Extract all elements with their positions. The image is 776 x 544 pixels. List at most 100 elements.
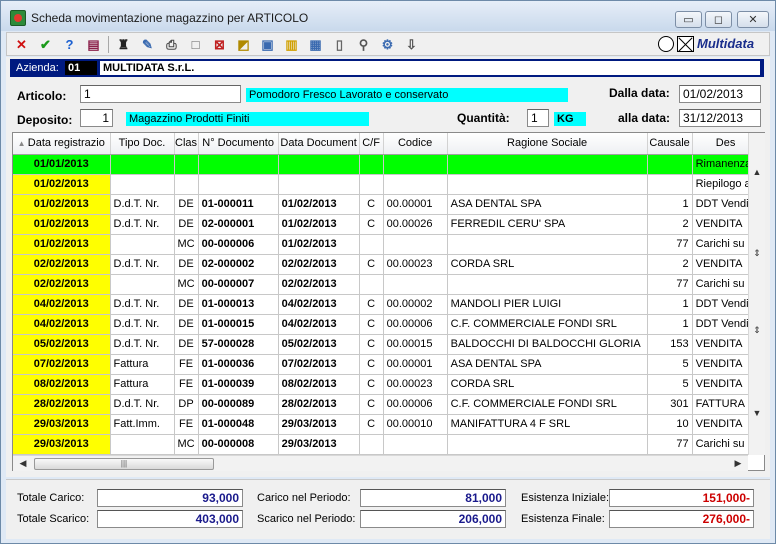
- table-row[interactable]: 04/02/2013 D.d.T. Nr. DE 01-000015 04/02/201…: [13, 314, 760, 335]
- table-row[interactable]: 28/02/2013 D.d.T. Nr. DP 00-000089 28/02/201…: [13, 394, 760, 415]
- column-header[interactable]: N° Documento: [198, 133, 279, 155]
- table-cell: [198, 174, 279, 195]
- table-row[interactable]: 29/03/2013 Fatt.Imm. FE 01-000048 29/03/2013…: [13, 414, 760, 435]
- table-cell: Fattura: [110, 374, 175, 395]
- column-header[interactable]: Ragione Sociale: [447, 133, 648, 155]
- table-cell: 00.00001: [383, 194, 448, 215]
- table-cell: DE: [174, 334, 199, 355]
- articolo-input[interactable]: 1: [80, 85, 241, 103]
- column-header[interactable]: ▲ Data registrazio: [13, 133, 111, 155]
- table-cell: C: [359, 394, 384, 415]
- table-cell: 77: [647, 274, 693, 295]
- window-icon[interactable]: ▣: [259, 36, 276, 53]
- print-icon[interactable]: ⎙: [163, 36, 180, 53]
- table-cell: 00.00002: [383, 294, 448, 315]
- table-cell: 04/02/2013: [278, 314, 360, 335]
- esistenza-finale-label: Esistenza Finale:: [521, 513, 605, 525]
- table-row[interactable]: 01/01/2013 Rimanenza: [13, 154, 760, 175]
- confirm-icon[interactable]: ✔: [37, 36, 54, 53]
- table-cell: DP: [174, 394, 199, 415]
- maximize-button[interactable]: ◻: [705, 11, 732, 28]
- chart-icon[interactable]: ◩: [235, 36, 252, 53]
- settings-icon[interactable]: ⚙: [379, 36, 396, 53]
- alla-data-input[interactable]: 31/12/2013: [679, 109, 761, 127]
- help-icon[interactable]: ?: [61, 36, 78, 53]
- table-cell: 00-000007: [198, 274, 279, 295]
- search-icon[interactable]: ⚲: [355, 36, 372, 53]
- binoculars-icon[interactable]: ♜: [115, 36, 132, 53]
- table-cell: D.d.T. Nr.: [110, 294, 175, 315]
- deposito-input[interactable]: 1: [80, 109, 113, 127]
- new-document-icon[interactable]: □: [187, 36, 204, 53]
- vertical-scrollbar[interactable]: ▲ ⇕ ⇕ ▼: [748, 133, 765, 455]
- book-icon[interactable]: ▤: [85, 36, 102, 53]
- table-cell: C: [359, 194, 384, 215]
- column-header[interactable]: Data Document: [278, 133, 360, 155]
- cancel-icon[interactable]: ✕: [13, 36, 30, 53]
- table-cell: 1: [647, 314, 693, 335]
- table-cell: CORDA SRL: [447, 254, 648, 275]
- table-cell: 01-000039: [198, 374, 279, 395]
- document-icon[interactable]: ▯: [331, 36, 348, 53]
- delete-icon[interactable]: ⊠: [211, 36, 228, 53]
- scroll-thumb-icon[interactable]: ⇕: [749, 325, 765, 336]
- export-icon[interactable]: ⇩: [403, 36, 420, 53]
- table-row[interactable]: 01/02/2013 D.d.T. Nr. DE 01-000011 01/02/201…: [13, 194, 760, 215]
- column-header[interactable]: C/F: [359, 133, 384, 155]
- table-cell: [359, 234, 384, 255]
- table-cell: C: [359, 374, 384, 395]
- table-row[interactable]: 01/02/2013 D.d.T. Nr. DE 02-000001 01/02/201…: [13, 214, 760, 235]
- azienda-label: Azienda:: [16, 62, 59, 74]
- column-header[interactable]: Causale: [647, 133, 693, 155]
- scroll-thumb-icon[interactable]: ⇕: [749, 248, 765, 259]
- table-cell: D.d.T. Nr.: [110, 314, 175, 335]
- table-cell: [383, 154, 448, 175]
- table-cell: [383, 174, 448, 195]
- table-cell: 29/03/2013: [13, 434, 111, 455]
- folder-icon[interactable]: ▥: [283, 36, 300, 53]
- azienda-name: MULTIDATA S.r.L.: [100, 61, 760, 75]
- table-row[interactable]: 01/02/2013 MC 00-000006 01/02/2013 77 Carichi…: [13, 234, 760, 255]
- table-cell: FE: [174, 354, 199, 375]
- horizontal-scroll-thumb[interactable]: |||: [34, 458, 214, 470]
- column-header[interactable]: Tipo Doc.: [110, 133, 175, 155]
- table-row[interactable]: 05/02/2013 D.d.T. Nr. DE 57-000028 05/02/201…: [13, 334, 760, 355]
- quantita-input[interactable]: 1: [527, 109, 549, 127]
- table-cell: BALDOCCHI DI BALDOCCHI GLORIA: [447, 334, 648, 355]
- column-header[interactable]: Clas: [174, 133, 199, 155]
- minimize-button[interactable]: ▭: [675, 11, 702, 28]
- table-cell: D.d.T. Nr.: [110, 394, 175, 415]
- table-cell: [447, 174, 648, 195]
- table-cell: 00-000089: [198, 394, 279, 415]
- table-cell: [110, 274, 175, 295]
- table-row[interactable]: 29/03/2013 MC 00-000008 29/03/2013 77 Carichi…: [13, 434, 760, 455]
- toolbar: ✕ ✔ ? ▤ ♜ ✎ ⎙ □ ⊠ ◩ ▣ ▥ ▦ ▯ ⚲ ⚙ ⇩ Multid…: [6, 32, 770, 56]
- column-header[interactable]: Codice: [383, 133, 448, 155]
- table-cell: [447, 434, 648, 455]
- table-cell: 01-000015: [198, 314, 279, 335]
- dalla-data-input[interactable]: 01/02/2013: [679, 85, 761, 103]
- table-row[interactable]: 08/02/2013 Fattura FE 01-000039 08/02/2013 C 0…: [13, 374, 760, 395]
- list-icon[interactable]: ▦: [307, 36, 324, 53]
- totale-carico-label: Totale Carico:: [17, 492, 85, 504]
- dalla-data-label: Dalla data:: [609, 86, 670, 100]
- table-cell: 07/02/2013: [278, 354, 360, 375]
- table-row[interactable]: 07/02/2013 Fattura FE 01-000036 07/02/2013 C 0…: [13, 354, 760, 375]
- horizontal-scrollbar[interactable]: ◀ ||| ▶: [13, 455, 748, 471]
- table-row[interactable]: 04/02/2013 D.d.T. Nr. DE 01-000013 04/02/201…: [13, 294, 760, 315]
- scroll-up-icon[interactable]: ▲: [749, 167, 765, 177]
- table-cell: [174, 154, 199, 175]
- table-cell: D.d.T. Nr.: [110, 214, 175, 235]
- scroll-left-icon[interactable]: ◀: [15, 458, 31, 469]
- edit-icon[interactable]: ✎: [139, 36, 156, 53]
- close-button[interactable]: ✕: [737, 11, 769, 28]
- table-cell: MC: [174, 434, 199, 455]
- table-row[interactable]: 01/02/2013 Riepilogo a: [13, 174, 760, 195]
- table-row[interactable]: 02/02/2013 D.d.T. Nr. DE 02-000002 02/02/201…: [13, 254, 760, 275]
- table-cell: [647, 154, 693, 175]
- scroll-down-icon[interactable]: ▼: [749, 408, 765, 418]
- totals-panel: Totale Carico: 93,000 Totale Scarico: 40…: [6, 479, 770, 539]
- table-row[interactable]: 02/02/2013 MC 00-000007 02/02/2013 77 Carichi…: [13, 274, 760, 295]
- window-title: Scheda movimentazione magazzino per ARTI…: [31, 11, 309, 25]
- scroll-right-icon[interactable]: ▶: [730, 458, 746, 469]
